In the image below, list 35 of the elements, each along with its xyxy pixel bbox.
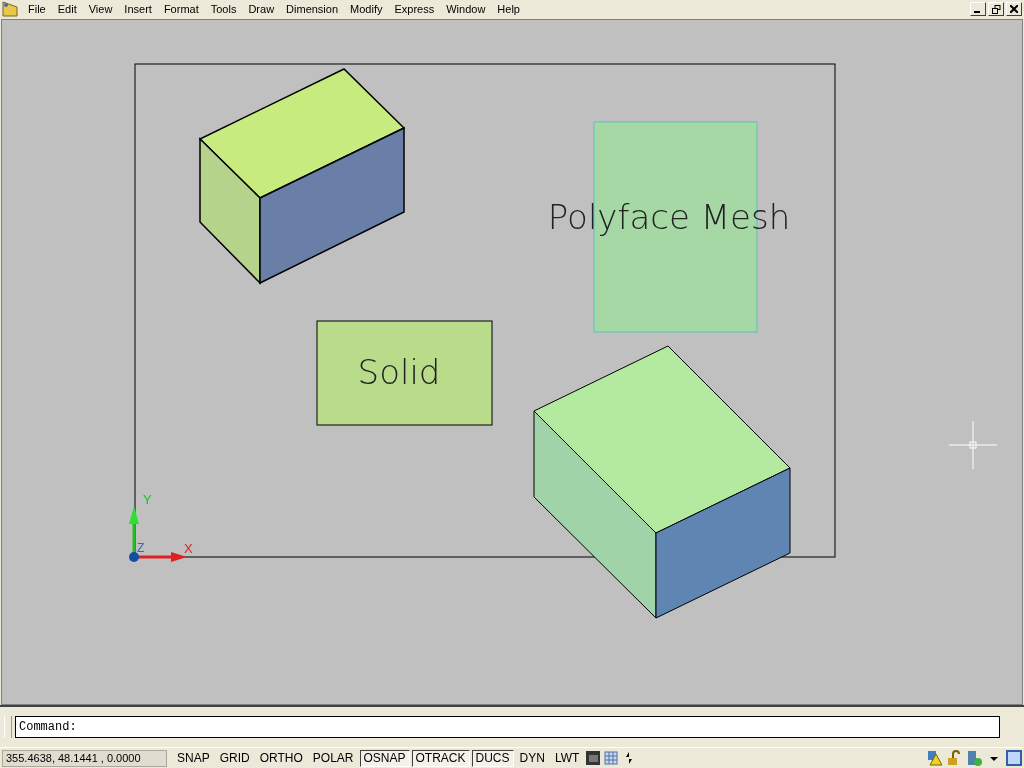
menu-item[interactable]: Modify <box>344 1 389 17</box>
grip-handle[interactable] <box>4 716 12 738</box>
z-axis-label: Z <box>137 541 145 555</box>
command-prompt: Command: <box>19 720 77 734</box>
menu-item[interactable]: Dimension <box>280 1 345 17</box>
warning-icon[interactable] <box>926 750 942 766</box>
menu-item[interactable]: Insert <box>118 1 158 17</box>
drawing-canvas[interactable]: Solid Polyface Mesh Y Z X <box>1 19 1023 705</box>
app-logo-icon[interactable] <box>2 1 18 17</box>
x-axis-label: X <box>184 541 193 556</box>
mode-toggle[interactable]: OTRACK <box>411 749 470 767</box>
menu-item[interactable]: Format <box>157 1 205 17</box>
close-icon <box>1010 5 1018 13</box>
mode-toggle[interactable]: DUCS <box>471 749 514 767</box>
model-space-icon[interactable] <box>585 750 602 766</box>
menu-item[interactable]: Express <box>388 1 441 17</box>
crosshair-cursor-icon <box>948 420 998 470</box>
menu-item[interactable]: Help <box>491 1 526 17</box>
restore-button[interactable] <box>988 2 1004 16</box>
menu-item[interactable]: File <box>22 1 52 17</box>
clean-screen-icon[interactable] <box>1006 750 1022 766</box>
menu-item[interactable]: View <box>82 1 119 17</box>
menu-item[interactable]: Edit <box>51 1 83 17</box>
padlock-icon[interactable] <box>946 750 962 766</box>
solid-label: Solid <box>357 352 441 392</box>
close-button[interactable] <box>1006 2 1022 16</box>
restore-icon <box>991 4 1001 14</box>
minimize-button[interactable] <box>970 2 986 16</box>
menu-item[interactable]: Window <box>440 1 492 17</box>
mesh-label: Polyface Mesh <box>547 197 791 237</box>
menu-item[interactable]: Tools <box>204 1 243 17</box>
menu-item[interactable]: Draw <box>242 1 281 17</box>
y-axis-label: Y <box>143 492 152 507</box>
coordinates-readout: 355.4638, 48.1441 , 0.0000 <box>2 749 167 767</box>
mode-toggle[interactable]: OSNAP <box>359 749 410 767</box>
